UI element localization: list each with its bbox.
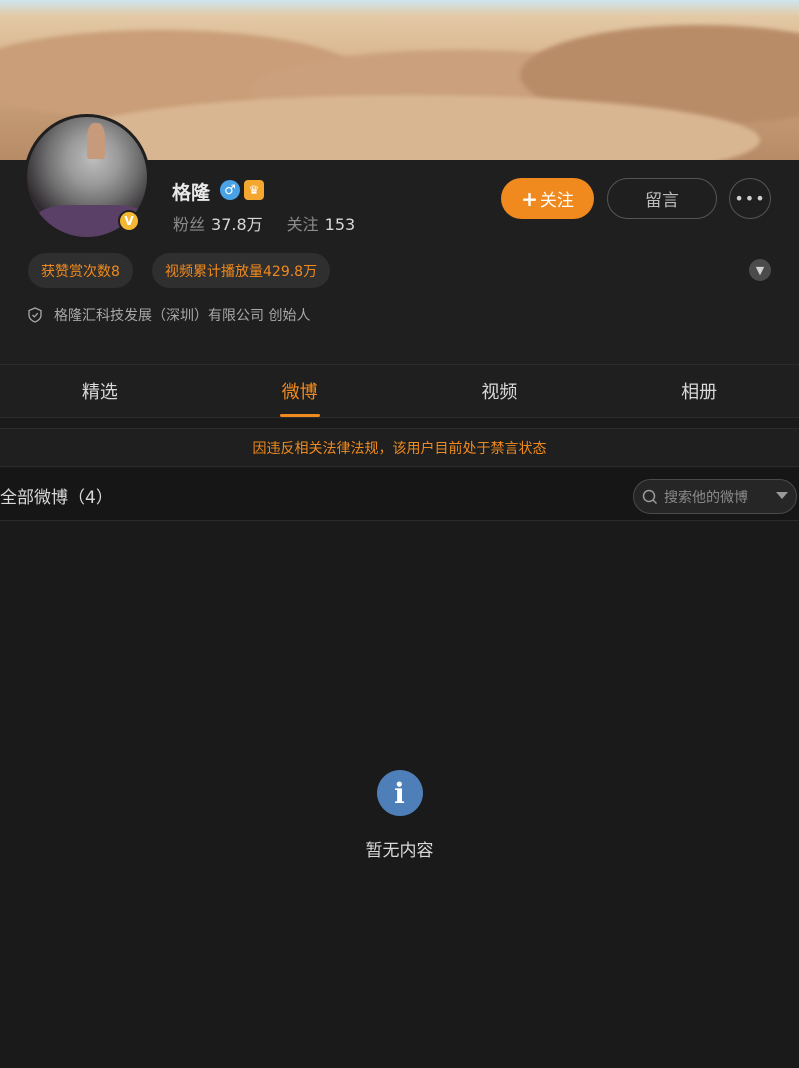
follow-button-label: 关注 [539, 191, 574, 211]
dropdown-caret-icon[interactable] [776, 492, 788, 499]
tab-featured[interactable]: 精选 [0, 365, 200, 417]
info-icon: i [376, 770, 423, 816]
list-header: 全部微博（4） 搜索他的微博 [0, 468, 799, 521]
message-button-label: 留言 [645, 191, 679, 211]
search-input[interactable]: 搜索他的微博 [633, 479, 797, 514]
more-dots-icon: ••• [734, 189, 766, 208]
fans-count[interactable]: 37.8万 [211, 211, 263, 235]
all-weibo-title[interactable]: 全部微博（4） [0, 483, 113, 508]
ban-notice: 因违反相关法律法规，该用户目前处于禁言状态 [0, 428, 799, 467]
male-gender-icon: ♂ [220, 180, 240, 200]
verified-badge-icon: V [118, 210, 140, 232]
search-icon [642, 489, 658, 504]
follow-stats: 粉丝 37.8万 关注 153 [173, 211, 373, 235]
tag-video-views[interactable]: 视频累计播放量429.8万 [152, 253, 331, 288]
chevron-down-icon[interactable]: ▼ [749, 259, 771, 281]
tab-weibo[interactable]: 微博 [200, 365, 400, 417]
tab-album[interactable]: 相册 [599, 365, 799, 417]
shield-icon [28, 307, 42, 323]
empty-state: i 暂无内容 [0, 770, 799, 861]
profile-tabs: 精选 微博 视频 相册 [0, 364, 799, 418]
company-text: 格隆汇科技发展（深圳）有限公司 创始人 [54, 308, 311, 324]
tag-reward-count[interactable]: 获赞赏次数8 [28, 253, 133, 288]
company-info: 格隆汇科技发展（深圳）有限公司 创始人 [28, 305, 310, 325]
fans-label[interactable]: 粉丝 [173, 211, 205, 235]
crown-badge-icon[interactable]: ♛ [244, 180, 264, 200]
follow-button[interactable]: + 关注 [501, 178, 594, 219]
following-count[interactable]: 153 [325, 215, 356, 234]
plus-icon: + [521, 186, 538, 211]
more-options-button[interactable]: ••• [729, 178, 771, 219]
empty-text: 暂无内容 [365, 841, 434, 861]
message-button[interactable]: 留言 [607, 178, 717, 219]
following-label[interactable]: 关注 [287, 211, 319, 235]
tab-video[interactable]: 视频 [400, 365, 600, 417]
user-name: 格隆 [172, 182, 211, 204]
search-placeholder: 搜索他的微博 [664, 489, 748, 506]
